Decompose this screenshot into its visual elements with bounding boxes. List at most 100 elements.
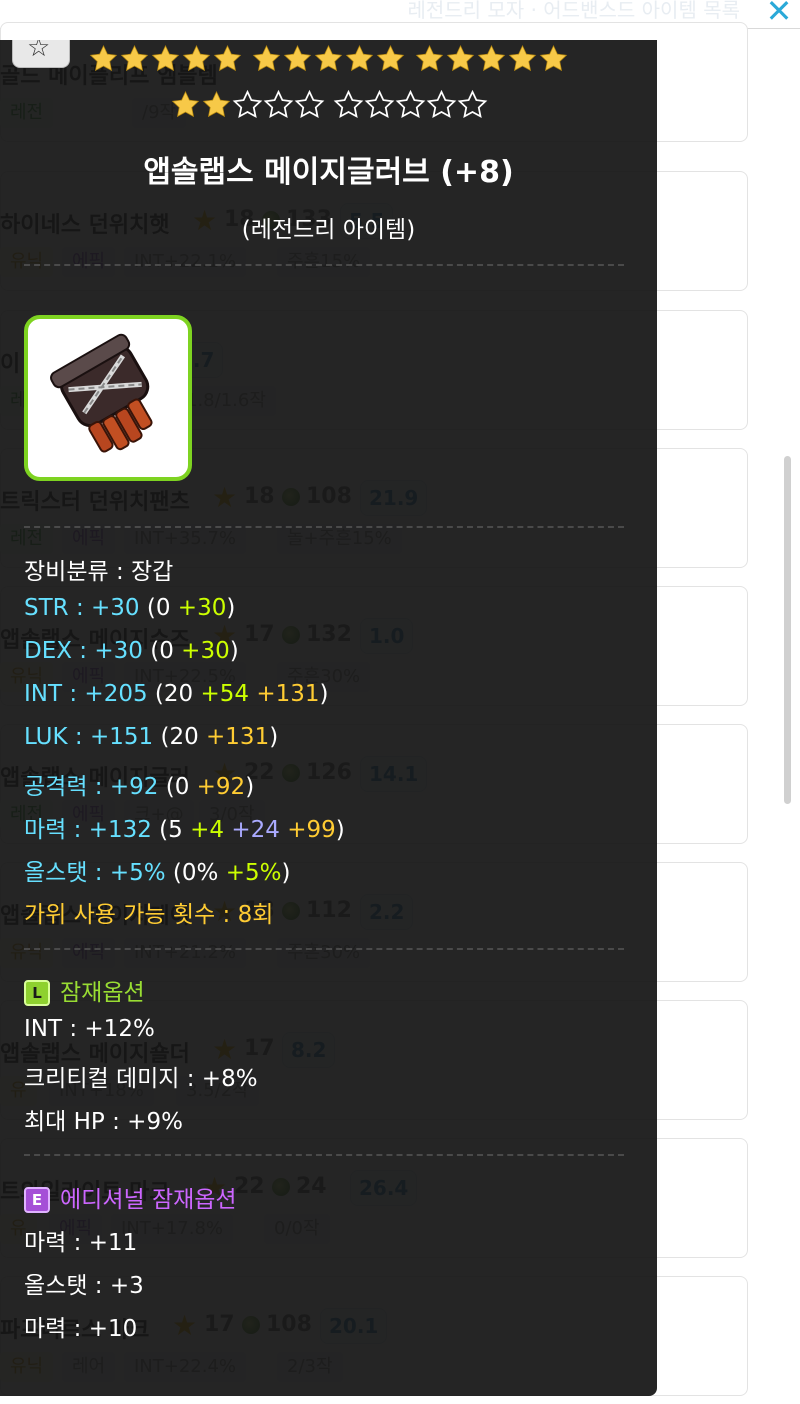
- top-bar-text: 레전드리 모자 · 어드밴스드 아이템 목록: [407, 0, 740, 22]
- stat-paren: ): [281, 860, 291, 886]
- stat-part: 20: [163, 681, 194, 707]
- stat-total: +92: [109, 774, 159, 800]
- stat-line: INT : +205 (20 +54 +131): [24, 681, 329, 707]
- divider: [24, 526, 624, 528]
- potential-title: 잠재옵션: [60, 980, 145, 1006]
- starforce-empty-icon: [232, 89, 263, 120]
- item-image-frame: [24, 315, 192, 481]
- close-icon[interactable]: ✕: [764, 0, 794, 27]
- starforce-filled-icon: [181, 44, 212, 74]
- stat-part: +131: [198, 724, 270, 750]
- starforce-filled-icon: [282, 44, 313, 74]
- stat-line: DEX : +30 (0 +30): [24, 638, 239, 664]
- stat-total: +5%: [109, 860, 166, 886]
- stat-part: 5: [168, 817, 183, 843]
- stat-part: 0: [174, 774, 190, 800]
- stat-line: 마력 : +132 (5 +4 +24 +99): [24, 810, 345, 844]
- additional-potential-line: 마력 : +11: [24, 1230, 138, 1256]
- starforce-filled-icon: [313, 44, 344, 74]
- stat-total: +151: [89, 724, 154, 750]
- additional-potential-title: 에디셔널 잠재옵션: [60, 1187, 237, 1213]
- legendary-potential-icon: L: [24, 980, 50, 1006]
- stat-total: +30: [94, 638, 143, 664]
- stat-paren: (: [165, 860, 182, 886]
- starforce-filled-icon: [150, 44, 181, 74]
- stat-label: INT :: [24, 681, 85, 707]
- starforce-filled-icon: [119, 44, 150, 74]
- starforce-filled-icon: [538, 44, 569, 74]
- starforce-filled-icon: [414, 44, 445, 74]
- stat-part: 0: [155, 595, 171, 621]
- starforce-filled-icon: [170, 90, 201, 120]
- stat-paren: (: [153, 724, 170, 750]
- starforce-filled-icon: [88, 44, 119, 74]
- stat-paren: ): [319, 681, 329, 707]
- starforce-filled-icon: [507, 44, 538, 74]
- starforce-empty-icon: [395, 89, 426, 120]
- stat-paren: ): [269, 724, 279, 750]
- starforce-filled-icon: [201, 90, 232, 120]
- equipment-category: 장비분류 : 장갑: [24, 559, 174, 585]
- stat-paren: (: [142, 638, 160, 664]
- additional-potential-line: 마력 : +10: [24, 1316, 138, 1342]
- additional-potential-header: E 에디셔널 잠재옵션: [24, 1180, 237, 1214]
- stat-paren: ): [335, 817, 345, 843]
- divider: [24, 948, 624, 950]
- stat-line: 공격력 : +92 (0 +92): [24, 767, 254, 801]
- stat-total: +132: [88, 817, 152, 843]
- stat-line: 올스탯 : +5% (0% +5%): [24, 853, 290, 887]
- potential-line: 크리티컬 데미지 : +8%: [24, 1066, 258, 1092]
- stat-part: 0: [159, 638, 174, 664]
- starforce-filled-icon: [344, 44, 375, 74]
- stat-part: +5%: [218, 860, 282, 886]
- stat-label: 공격력 :: [24, 774, 110, 800]
- starforce-empty-icon: [364, 89, 395, 120]
- potential-line: INT : +12%: [24, 1016, 155, 1042]
- stat-part: +4: [182, 817, 225, 843]
- stat-part: +92: [189, 774, 246, 800]
- starforce-row-1: [0, 44, 657, 78]
- divider: [24, 264, 624, 266]
- stat-part: +30: [170, 595, 227, 621]
- item-tooltip: ☆ 앱솔랩스 메이지글러브 (+8) (레전드리 아이템) 장비분류 : 장갑 …: [0, 40, 657, 1396]
- stat-part: +30: [173, 638, 230, 664]
- stat-line: LUK : +151 (20 +131): [24, 724, 278, 750]
- stat-total: +30: [91, 595, 140, 621]
- divider: [24, 1154, 624, 1156]
- stat-label: DEX :: [24, 638, 95, 664]
- starforce-empty-icon: [457, 89, 488, 120]
- star-group: [333, 89, 488, 124]
- stat-label: 올스탯 :: [24, 860, 110, 886]
- stat-part: 20: [169, 724, 199, 750]
- stat-total: +205: [84, 681, 148, 707]
- starforce-empty-icon: [294, 89, 325, 120]
- stat-part: +131: [249, 681, 320, 707]
- star-group: [170, 89, 325, 124]
- stat-paren: (: [151, 817, 169, 843]
- additional-potential-line: 올스탯 : +3: [24, 1273, 144, 1299]
- stat-paren: ): [229, 638, 239, 664]
- item-rarity: (레전드리 아이템): [241, 217, 416, 243]
- stat-paren: ): [245, 774, 255, 800]
- stat-part: +99: [279, 817, 336, 843]
- scissors-count: 가위 사용 가능 횟수 : 8회: [24, 902, 274, 928]
- item-title: 앱솔랩스 메이지글러브 (+8): [143, 155, 514, 190]
- starforce-filled-icon: [212, 44, 243, 74]
- starforce-filled-icon: [251, 44, 282, 74]
- starforce-empty-icon: [263, 89, 294, 120]
- star-group: [88, 44, 243, 78]
- stat-line: STR : +30 (0 +30): [24, 595, 235, 621]
- scrollbar[interactable]: [784, 456, 791, 804]
- starforce-empty-icon: [426, 89, 457, 120]
- stat-paren: (: [158, 774, 175, 800]
- stat-label: 마력 :: [24, 817, 89, 843]
- stat-part: +24: [224, 817, 280, 843]
- star-group: [414, 44, 569, 78]
- starforce-filled-icon: [375, 44, 406, 74]
- stat-part: 0%: [181, 860, 219, 886]
- potential-header: L 잠재옵션: [24, 973, 145, 1007]
- starforce-row-2: [0, 89, 657, 124]
- starforce-filled-icon: [476, 44, 507, 74]
- star-group: [251, 44, 406, 78]
- epic-potential-icon: E: [24, 1187, 50, 1213]
